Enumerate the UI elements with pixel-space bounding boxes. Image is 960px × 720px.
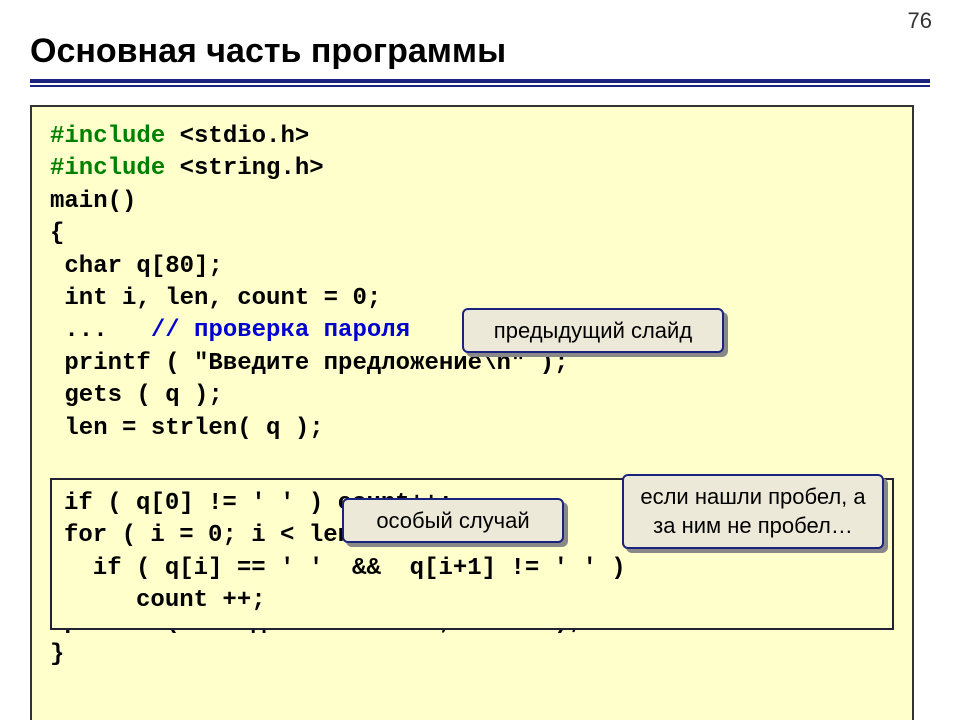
inner-i4: count ++; <box>64 587 266 614</box>
title-rule <box>30 79 930 87</box>
slide-title: Основная часть программы <box>30 32 930 71</box>
code-l7a: ... <box>50 317 151 344</box>
code-l4: { <box>50 220 64 247</box>
code-l10: len = strlen( q ); <box>50 415 324 442</box>
code-l3: main() <box>50 188 136 215</box>
code-l6: int i, len, count = 0; <box>50 285 381 312</box>
code-include2b: <string.h> <box>180 155 324 182</box>
callout-condition-text: если нашли пробел, а за ним не пробел… <box>622 474 884 549</box>
code-include1b: <stdio.h> <box>180 123 310 150</box>
callout-special-case-text: особый случай <box>342 498 564 544</box>
code-l7b-comment: // проверка пароля <box>151 317 410 344</box>
callout-prev-slide-text: предыдущий слайд <box>462 308 724 354</box>
slide: 76 Основная часть программы #include <st… <box>0 0 960 720</box>
code-include1a: #include <box>50 123 180 150</box>
code-block: #include <stdio.h> #include <string.h> m… <box>30 105 914 720</box>
callout-special-case: особый случай <box>342 433 564 641</box>
page-number: 76 <box>908 8 932 34</box>
code-l9: gets ( q ); <box>50 382 223 409</box>
code-l5: char q[80]; <box>50 253 223 280</box>
code-block-shadow: #include <stdio.h> #include <string.h> m… <box>30 105 914 720</box>
code-l16: } <box>50 641 64 668</box>
callout-condition: если нашли пробел, а за ним не пробел… <box>622 409 884 646</box>
code-include2a: #include <box>50 155 180 182</box>
